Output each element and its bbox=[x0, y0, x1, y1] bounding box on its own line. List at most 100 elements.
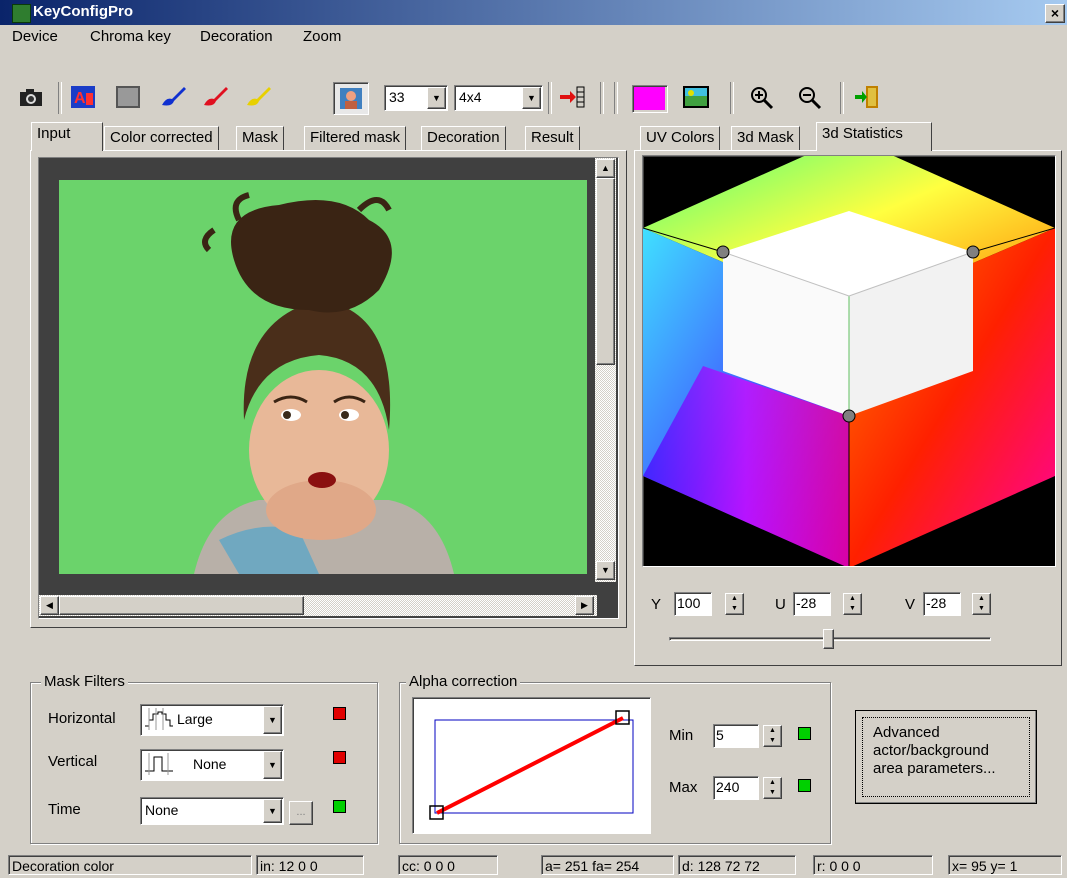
time-status-led bbox=[333, 800, 346, 813]
input-image bbox=[59, 180, 587, 574]
tab-3d-statistics[interactable]: 3d Statistics bbox=[816, 122, 932, 151]
vertical-filter-select[interactable]: None ▼ bbox=[140, 749, 284, 781]
brush-red-icon[interactable] bbox=[200, 83, 230, 111]
spin-up-icon[interactable]: ▲ bbox=[844, 594, 861, 604]
step-filter-icon bbox=[145, 708, 173, 730]
chevron-down-icon[interactable]: ▼ bbox=[522, 87, 541, 109]
vertical-status-led bbox=[333, 751, 346, 764]
scroll-up-icon[interactable]: ▲ bbox=[596, 159, 615, 178]
min-label: Min bbox=[669, 727, 694, 744]
menu-decoration[interactable]: Decoration bbox=[200, 28, 273, 45]
horizontal-label: Horizontal bbox=[48, 710, 116, 727]
spin-down-icon[interactable]: ▼ bbox=[973, 604, 990, 614]
menu-chroma-key[interactable]: Chroma key bbox=[90, 28, 171, 45]
time-options-button[interactable]: ... bbox=[289, 801, 313, 825]
spin-down-icon[interactable]: ▼ bbox=[844, 604, 861, 614]
spin-down-icon[interactable]: ▼ bbox=[764, 736, 781, 746]
alpha-curve-editor[interactable] bbox=[412, 697, 651, 834]
alpha-correction-title: Alpha correction bbox=[406, 673, 521, 690]
min-input[interactable]: 5 bbox=[713, 724, 759, 748]
tab-input[interactable]: Input bbox=[31, 122, 103, 151]
chevron-down-icon[interactable]: ▼ bbox=[263, 706, 282, 734]
mask-filters-group: Mask Filters Horizontal Large ▼ Vertical… bbox=[30, 673, 378, 844]
u-label: U bbox=[775, 596, 786, 613]
max-spinner[interactable]: ▲ ▼ bbox=[763, 777, 782, 799]
horizontal-scroll-thumb[interactable] bbox=[59, 596, 304, 615]
chevron-down-icon[interactable]: ▼ bbox=[263, 751, 282, 779]
tab-uv-colors[interactable]: UV Colors bbox=[640, 126, 721, 150]
menu-zoom[interactable]: Zoom bbox=[303, 28, 341, 45]
y-label: Y bbox=[651, 596, 662, 613]
landscape-icon[interactable] bbox=[681, 83, 711, 111]
tab-result[interactable]: Result bbox=[525, 126, 580, 150]
tab-mask[interactable]: Mask bbox=[236, 126, 284, 150]
title-bar: KeyConfigPro × bbox=[0, 0, 1067, 25]
horizontal-filter-select[interactable]: Large ▼ bbox=[140, 704, 284, 736]
max-input[interactable]: 240 bbox=[713, 776, 759, 800]
insert-arrow-icon[interactable] bbox=[557, 83, 587, 111]
u-input[interactable]: -28 bbox=[793, 592, 831, 616]
status-decoration: d: 128 72 72 bbox=[678, 855, 796, 875]
pulse-filter-icon bbox=[145, 753, 173, 775]
time-label: Time bbox=[48, 801, 81, 818]
tab-filtered-mask[interactable]: Filtered mask bbox=[304, 126, 407, 150]
tab-3d-mask[interactable]: 3d Mask bbox=[731, 126, 800, 150]
horizontal-status-led bbox=[333, 707, 346, 720]
mask-pattern-icon[interactable] bbox=[113, 83, 143, 111]
actor-image bbox=[194, 192, 454, 574]
time-filter-select[interactable]: None ▼ bbox=[140, 797, 284, 825]
spin-up-icon[interactable]: ▲ bbox=[726, 594, 743, 604]
alpha-curve-chart bbox=[429, 710, 634, 820]
u-spinner[interactable]: ▲ ▼ bbox=[843, 593, 862, 615]
color-cube-view bbox=[642, 155, 1056, 567]
vertical-scroll-thumb[interactable] bbox=[596, 178, 615, 365]
spin-up-icon[interactable]: ▲ bbox=[764, 726, 781, 736]
v-input[interactable]: -28 bbox=[923, 592, 961, 616]
status-input-color: in: 12 0 0 bbox=[256, 855, 364, 875]
y-input[interactable]: 100 bbox=[674, 592, 712, 616]
status-alpha: a= 251 fa= 254 bbox=[541, 855, 674, 875]
max-label: Max bbox=[669, 779, 698, 796]
spin-down-icon[interactable]: ▼ bbox=[764, 788, 781, 798]
scroll-left-icon[interactable]: ◀ bbox=[40, 596, 59, 615]
brush-yellow-icon[interactable] bbox=[243, 83, 273, 111]
min-spinner[interactable]: ▲ ▼ bbox=[763, 725, 782, 747]
input-panel: ▲ ▼ ◀ ▶ bbox=[30, 150, 627, 628]
spin-up-icon[interactable]: ▲ bbox=[764, 778, 781, 788]
horizontal-scrollbar[interactable]: ◀ ▶ bbox=[39, 595, 597, 616]
zoom-in-icon[interactable] bbox=[747, 83, 777, 111]
brush-blue-icon[interactable] bbox=[158, 83, 188, 111]
grid-combo[interactable]: 4x4 ▼ bbox=[454, 85, 543, 111]
slider-thumb[interactable] bbox=[823, 629, 834, 649]
number-combo[interactable]: 33 ▼ bbox=[384, 85, 448, 111]
scroll-right-icon[interactable]: ▶ bbox=[575, 596, 594, 615]
camera-icon[interactable] bbox=[16, 83, 46, 111]
magenta-color-button[interactable] bbox=[632, 85, 668, 113]
min-status-led bbox=[798, 727, 811, 740]
menu-device[interactable]: Device bbox=[12, 28, 58, 45]
status-result-color: r: 0 0 0 bbox=[813, 855, 933, 875]
status-coordinates: x= 95 y= 1 bbox=[948, 855, 1062, 875]
app-title: KeyConfigPro bbox=[33, 3, 134, 20]
portrait-button[interactable] bbox=[333, 82, 369, 115]
chevron-down-icon[interactable]: ▼ bbox=[427, 87, 446, 109]
close-button[interactable]: × bbox=[1045, 4, 1065, 23]
spin-down-icon[interactable]: ▼ bbox=[726, 604, 743, 614]
image-viewport: ▲ ▼ ◀ ▶ bbox=[38, 157, 619, 619]
menu-bar: Device Chroma key Decoration Zoom bbox=[0, 25, 1067, 47]
exit-icon[interactable] bbox=[852, 83, 882, 111]
actor-background-icon[interactable]: A bbox=[68, 83, 98, 111]
status-corrected-color: cc: 0 0 0 bbox=[398, 855, 498, 875]
tab-decoration[interactable]: Decoration bbox=[421, 126, 506, 150]
statistics-panel: Y 100 ▲ ▼ U -28 ▲ ▼ V -28 ▲ ▼ bbox=[634, 150, 1062, 666]
vertical-scrollbar[interactable]: ▲ ▼ bbox=[595, 158, 616, 582]
chevron-down-icon[interactable]: ▼ bbox=[263, 799, 282, 823]
zoom-out-icon[interactable] bbox=[795, 83, 825, 111]
spin-up-icon[interactable]: ▲ bbox=[973, 594, 990, 604]
advanced-parameters-button[interactable]: Advanced actor/background area parameter… bbox=[855, 710, 1037, 804]
v-label: V bbox=[905, 596, 916, 613]
y-spinner[interactable]: ▲ ▼ bbox=[725, 593, 744, 615]
v-spinner[interactable]: ▲ ▼ bbox=[972, 593, 991, 615]
scroll-down-icon[interactable]: ▼ bbox=[596, 561, 615, 580]
tab-color-corrected[interactable]: Color corrected bbox=[104, 126, 219, 150]
